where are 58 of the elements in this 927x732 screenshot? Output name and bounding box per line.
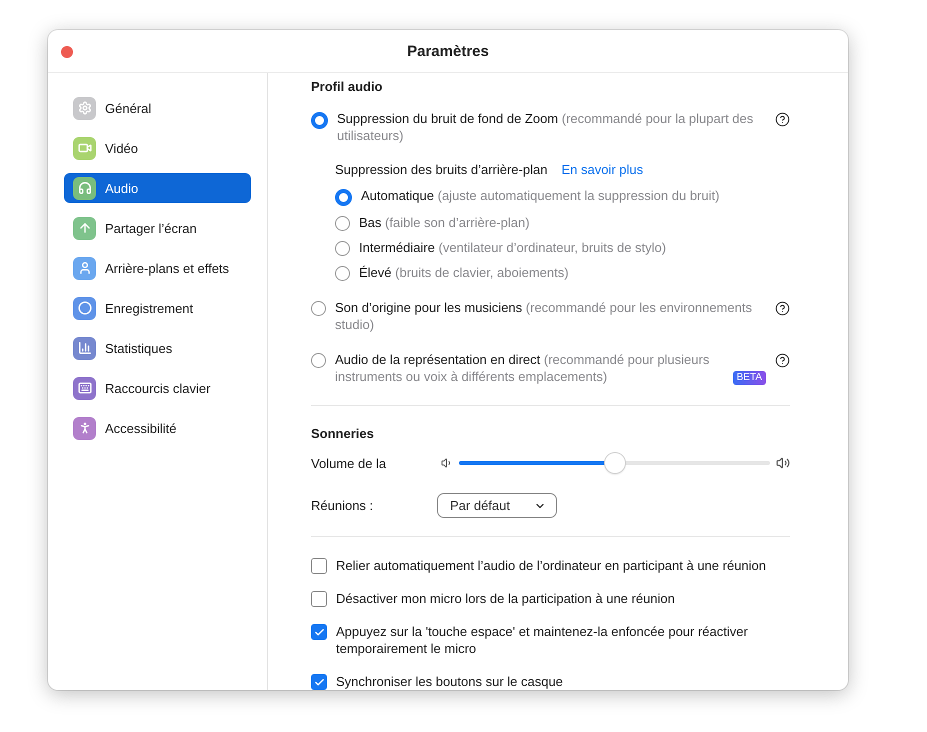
checkbox-label: Synchroniser les boutons sur le casque: [336, 673, 564, 690]
volume-high-icon: [776, 456, 790, 470]
radio-button[interactable]: [335, 266, 350, 281]
option-label: Audio de la représentation en direct (recommandé pour plusieurs instruments ou voix à différents emplacements): [335, 351, 710, 385]
person-icon: [73, 256, 96, 280]
checkbox[interactable]: [311, 558, 327, 574]
radio-button[interactable]: [311, 353, 326, 368]
help-icon[interactable]: [775, 112, 790, 127]
sidebar-item[interactable]: Général: [64, 93, 251, 123]
option-label: Son d’origine pour les musiciens (recommandé pour les environnements studio): [335, 299, 753, 333]
bar-chart-icon: [73, 336, 96, 360]
volume-label: Volume de la: [311, 456, 388, 470]
slider-thumb[interactable]: [604, 453, 624, 473]
volume-slider[interactable]: [459, 453, 770, 473]
option-label: Automatique (ajuste automatiquement la suppression du bruit): [361, 187, 720, 204]
radio-button[interactable]: [335, 189, 352, 206]
subsection-label: Suppression des bruits d’arrière-plan: [335, 162, 548, 177]
sidebar-item[interactable]: Accessibilité: [64, 413, 251, 443]
sidebar-item[interactable]: Partager l’écran: [64, 213, 251, 243]
radio-button[interactable]: [311, 112, 328, 129]
checkbox-label: Désactiver mon micro lors de la participation à une réunion: [336, 590, 676, 607]
checkbox-label: Appuyez sur la 'touche espace' et maintenez-la enfoncée pour réactiver temporairement le micro: [336, 623, 749, 657]
radio-button[interactable]: [335, 241, 350, 256]
option-label: Bas (faible son d’arrière-plan): [359, 214, 531, 231]
sidebar-item[interactable]: Raccourcis clavier: [64, 373, 251, 403]
checkbox[interactable]: [311, 624, 327, 640]
option-label: Suppression du bruit de fond de Zoom (recommandé pour la plupart des utilisateurs): [337, 110, 754, 144]
upload-arrow-icon: [73, 216, 96, 240]
gear-icon: [73, 96, 96, 120]
section-heading: Profil audio: [311, 79, 384, 94]
sidebar-item[interactable]: Audio: [64, 173, 251, 203]
section-heading: Sonneries: [311, 426, 375, 441]
help-icon[interactable]: [775, 301, 790, 316]
keyboard-icon: [73, 376, 96, 400]
option-label: Intermédiaire (ventilateur d’ordinateur, bruits de stylo): [359, 239, 668, 256]
sidebar-item[interactable]: Vidéo: [64, 133, 251, 163]
window-title: Paramètres: [407, 42, 489, 60]
option-label: Élevé (bruits de clavier, aboiements): [359, 264, 570, 281]
checkmark-icon: [314, 676, 324, 688]
ringtone-dropdown[interactable]: Par défaut: [437, 493, 557, 518]
radio-button[interactable]: [335, 216, 350, 231]
volume-low-icon: [441, 457, 453, 469]
video-camera-icon: [73, 136, 96, 160]
sidebar-item[interactable]: Statistiques: [64, 333, 251, 363]
help-icon[interactable]: [775, 353, 790, 368]
headphones-icon: [73, 176, 96, 200]
sidebar-item[interactable]: Enregistrement: [64, 293, 251, 323]
learn-more-link[interactable]: En savoir plus: [561, 162, 644, 177]
person-icon: [73, 416, 96, 440]
radio-button[interactable]: [311, 301, 326, 316]
checkbox-label: Relier automatiquement l’audio de l’ordinateur en participant à une réunion: [336, 557, 767, 574]
meetings-label: Réunions :: [311, 498, 374, 513]
checkbox[interactable]: [311, 674, 327, 690]
close-button[interactable]: [61, 46, 73, 58]
sidebar-item[interactable]: Arrière-plans et effets: [64, 253, 251, 283]
checkbox[interactable]: [311, 591, 327, 607]
beta-badge: BETA: [732, 371, 766, 385]
checkmark-icon: [314, 626, 324, 638]
